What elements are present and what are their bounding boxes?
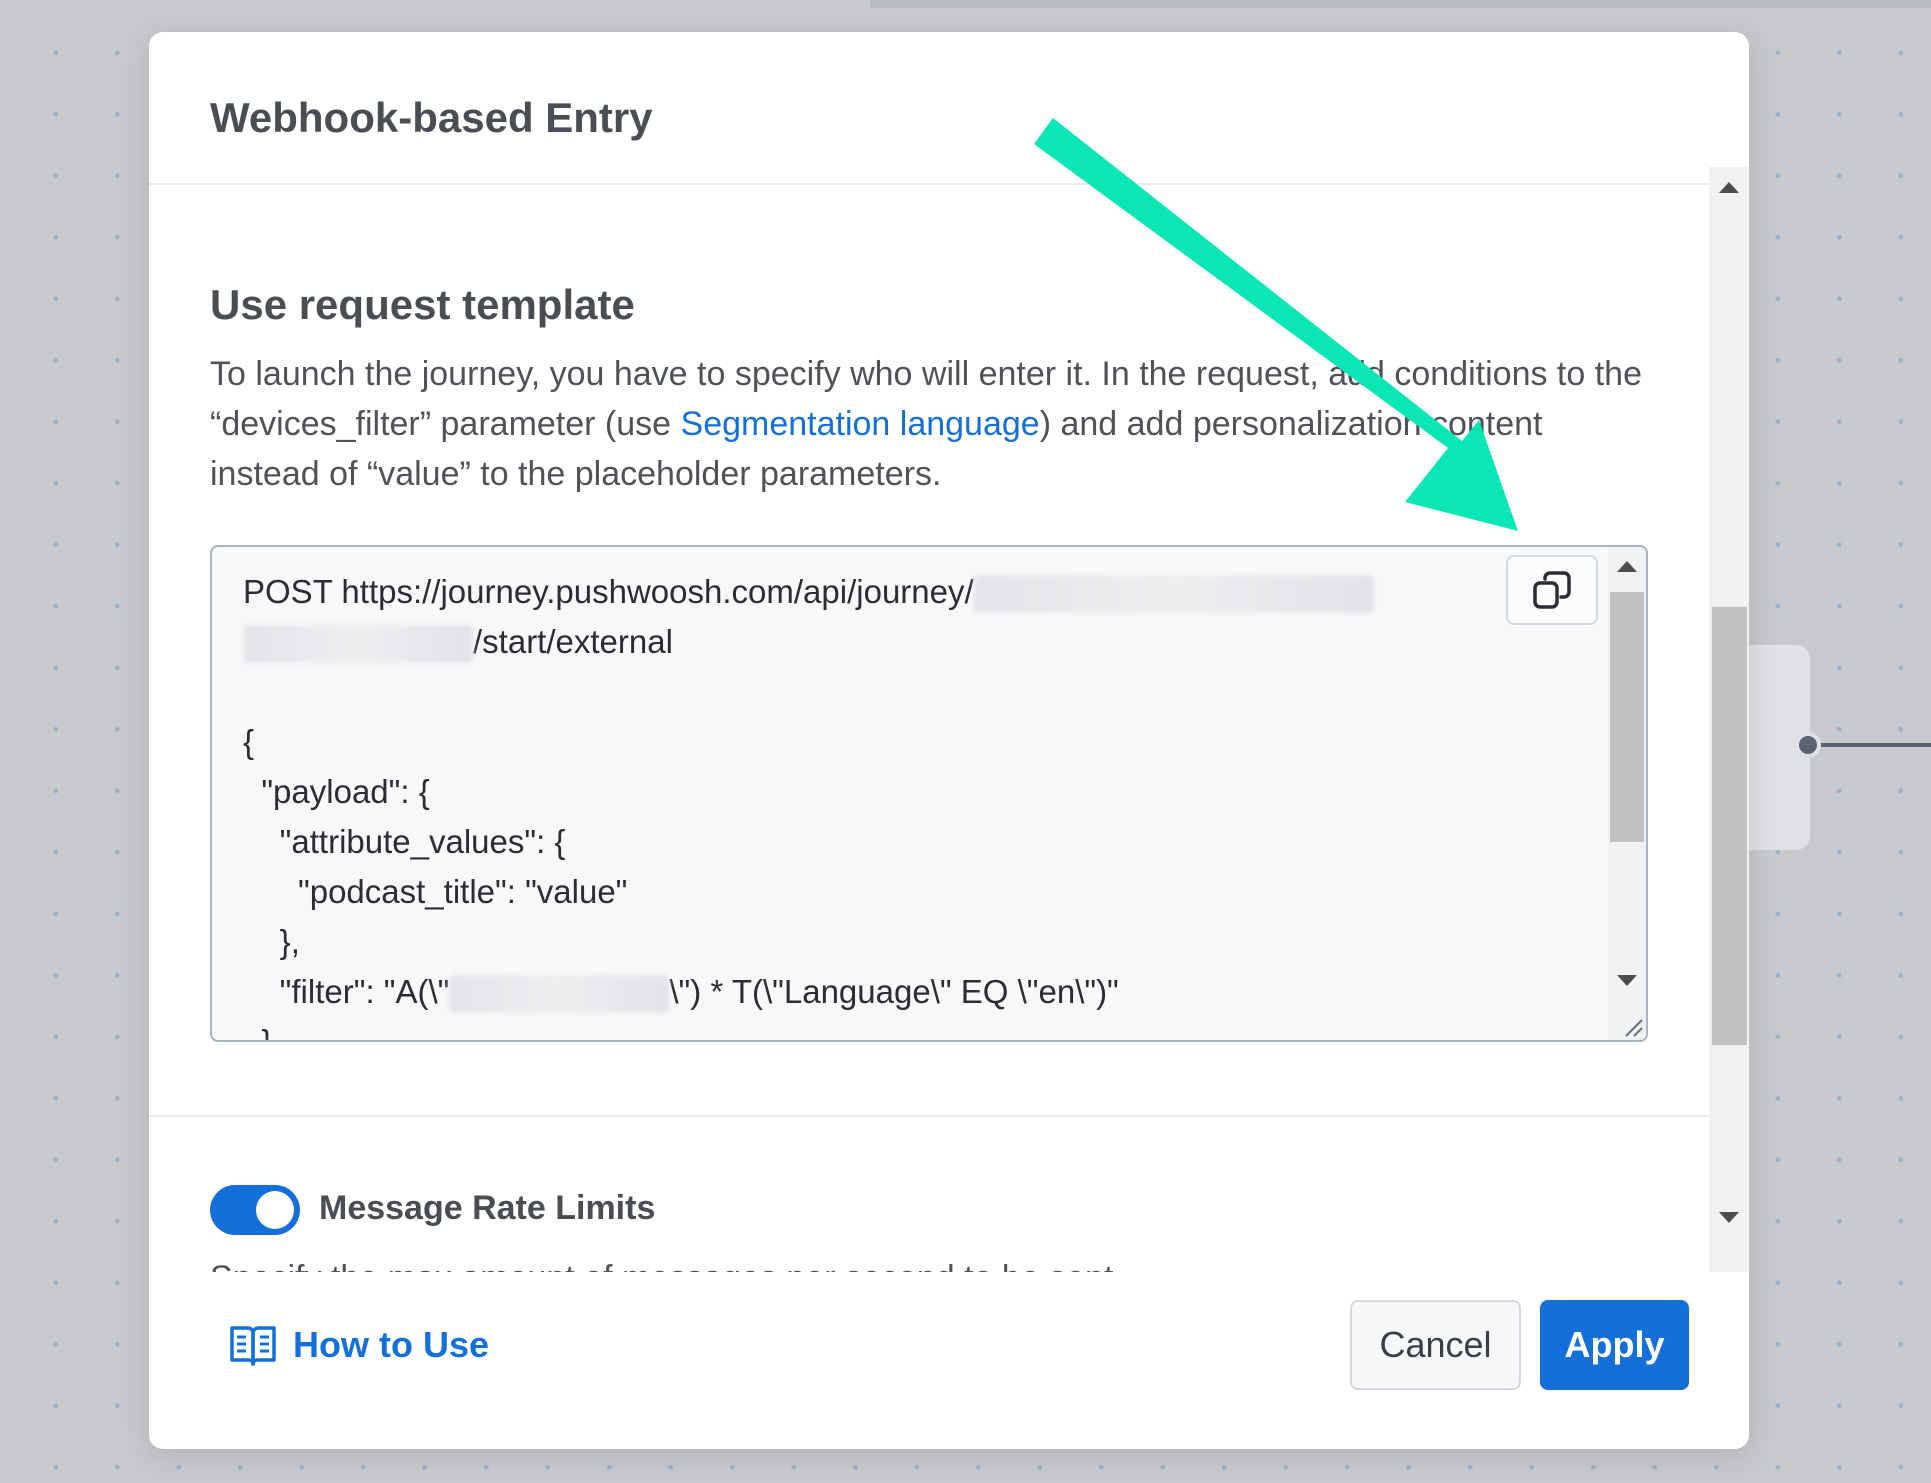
code-line: "podcast_title": "value" bbox=[243, 873, 628, 910]
modal-scroll-down-arrow[interactable] bbox=[1719, 1212, 1739, 1223]
code-filter-suffix: \") * T(\"Language\" EQ \"en\")" bbox=[669, 973, 1119, 1010]
code-scroll-down-arrow[interactable] bbox=[1617, 975, 1637, 986]
request-template-code[interactable]: POST https://journey.pushwoosh.com/api/j… bbox=[243, 567, 1374, 1042]
code-line: { bbox=[243, 723, 255, 760]
canvas-connector-line bbox=[1810, 743, 1931, 747]
section-divider bbox=[149, 1115, 1709, 1117]
code-line: "attribute_values": { bbox=[243, 823, 566, 860]
redacted-journey-id bbox=[973, 575, 1374, 614]
modal-header: Webhook-based Entry bbox=[149, 32, 1749, 185]
code-line: }, bbox=[243, 923, 300, 960]
apply-button[interactable]: Apply bbox=[1540, 1300, 1689, 1390]
code-scroll-up-arrow[interactable] bbox=[1617, 561, 1637, 572]
rate-limits-description: Specify the max amount of messages per s… bbox=[210, 1253, 1113, 1272]
modal-title: Webhook-based Entry bbox=[210, 94, 653, 141]
modal-body: Use request template To launch the journ… bbox=[149, 185, 1709, 1272]
template-section-heading: Use request template bbox=[210, 281, 635, 328]
toggle-knob bbox=[256, 1191, 294, 1229]
template-section-description: To launch the journey, you have to speci… bbox=[210, 349, 1655, 499]
code-line: "payload": { bbox=[243, 773, 430, 810]
segmentation-language-link[interactable]: Segmentation language bbox=[681, 405, 1040, 443]
cancel-button[interactable]: Cancel bbox=[1350, 1300, 1521, 1390]
redacted-journey-id-cont bbox=[243, 625, 473, 664]
webhook-entry-modal: Webhook-based Entry Use request template… bbox=[149, 32, 1749, 1449]
rate-limits-label: Message Rate Limits bbox=[319, 1189, 656, 1227]
code-request-path: /start/external bbox=[473, 623, 673, 660]
how-to-use-link[interactable]: How to Use bbox=[229, 1322, 489, 1368]
code-line: } bbox=[243, 1023, 273, 1042]
canvas-connector-port[interactable] bbox=[1795, 732, 1821, 758]
copy-button[interactable] bbox=[1506, 555, 1598, 625]
redacted-app-code bbox=[449, 975, 670, 1014]
resize-grip-icon[interactable] bbox=[1622, 1016, 1644, 1038]
rate-limits-toggle[interactable] bbox=[210, 1185, 300, 1235]
modal-scroll-thumb[interactable] bbox=[1712, 607, 1747, 1045]
code-request-line: POST https://journey.pushwoosh.com/api/j… bbox=[243, 573, 974, 610]
canvas-top-bar bbox=[870, 0, 1931, 8]
code-filter-prefix: "filter": "A(\" bbox=[243, 973, 450, 1010]
copy-icon bbox=[1533, 571, 1571, 609]
code-scroll-thumb[interactable] bbox=[1610, 592, 1644, 842]
code-scrollbar[interactable] bbox=[1608, 547, 1646, 1040]
how-to-use-label: How to Use bbox=[293, 1324, 490, 1365]
request-template-code-box[interactable]: POST https://journey.pushwoosh.com/api/j… bbox=[210, 545, 1648, 1042]
modal-scroll-up-arrow[interactable] bbox=[1719, 182, 1739, 193]
book-icon bbox=[230, 1326, 276, 1366]
